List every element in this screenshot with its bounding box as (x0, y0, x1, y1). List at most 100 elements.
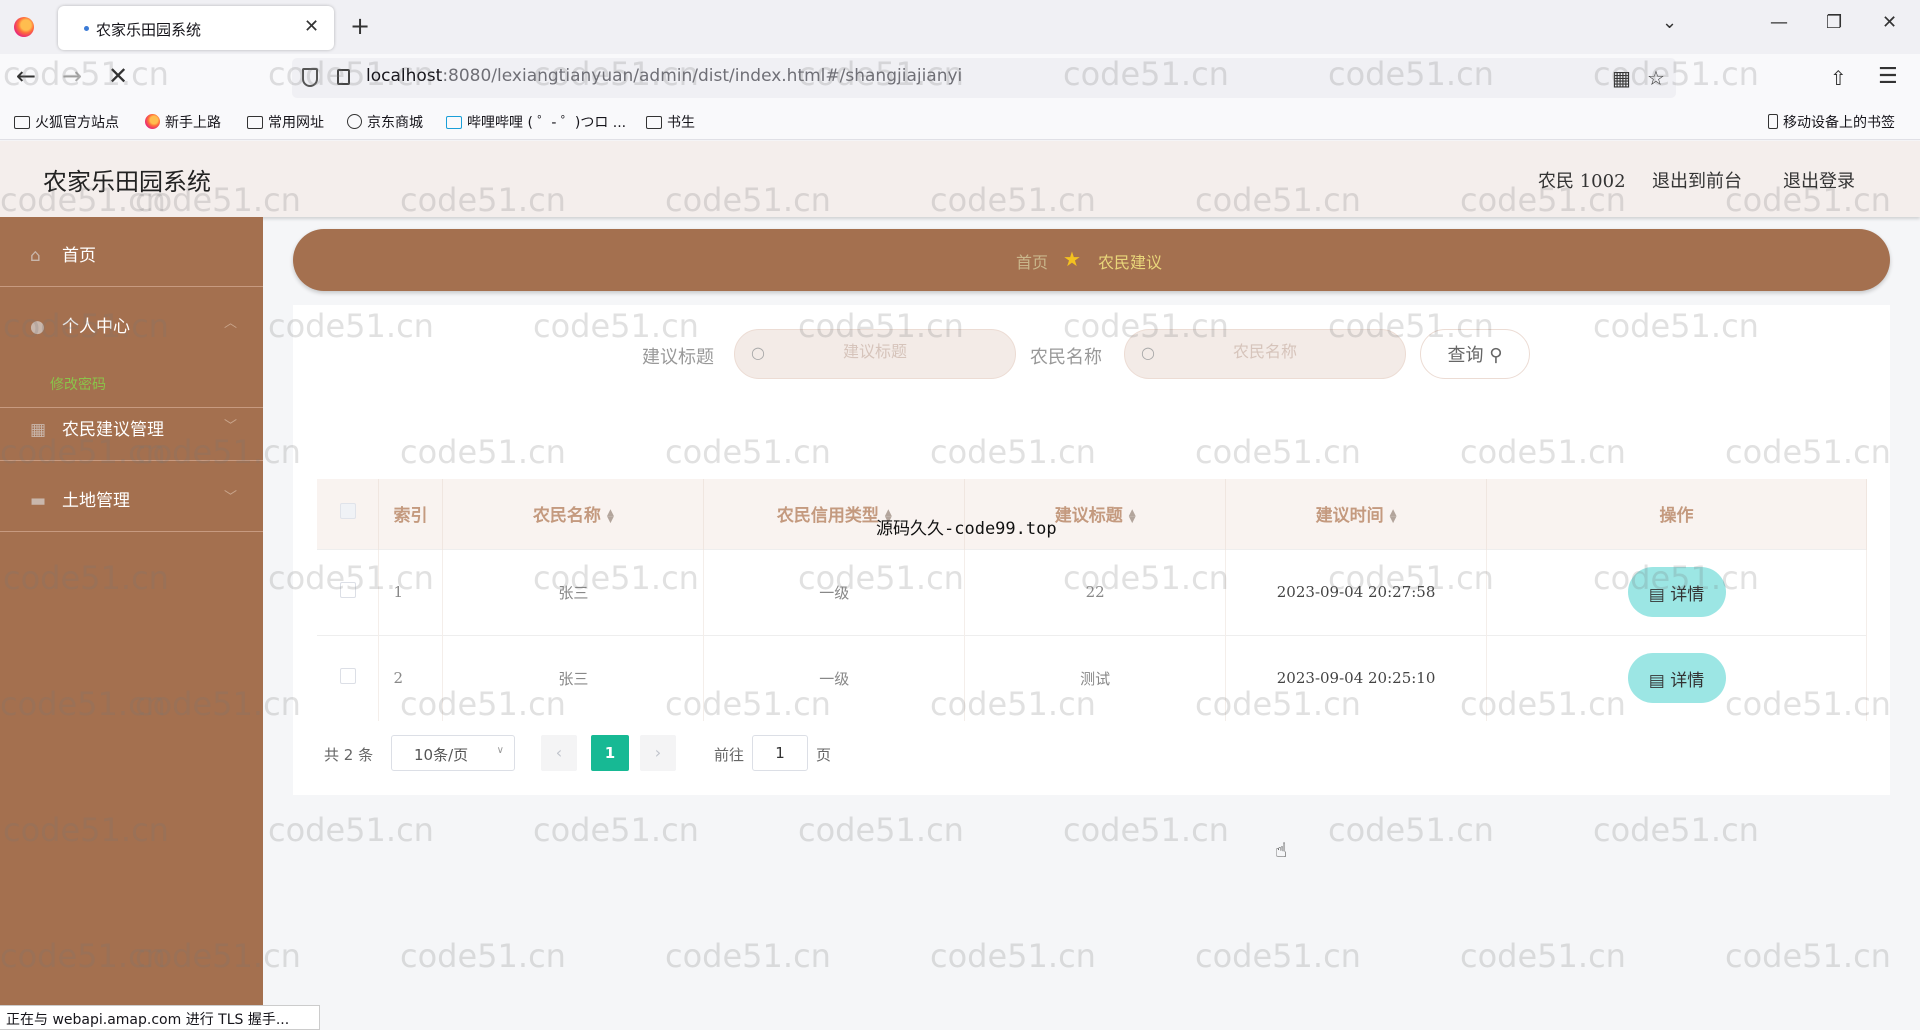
back-icon[interactable]: ← (16, 62, 36, 90)
grid-icon: ▦ (30, 420, 47, 440)
tab-close-icon[interactable]: ✕ (304, 16, 319, 37)
window-close-icon[interactable]: ✕ (1882, 12, 1897, 33)
suggestion-title-input[interactable] (775, 342, 975, 361)
select-all-checkbox[interactable] (339, 503, 356, 520)
watermark-text: code51.cn (798, 811, 964, 849)
firefox-icon (145, 114, 160, 129)
mobile-device-icon (1768, 114, 1778, 129)
sidebar-item-personal-center[interactable]: ● 个人中心 ︿ (0, 288, 263, 408)
sidebar-item-label: 土地管理 (62, 491, 130, 511)
watermark-text: code51.cn (1593, 811, 1759, 849)
tab-loading-dot-icon (84, 26, 89, 31)
url-text[interactable]: localhost:8080/lexiangtianyuan/admin/dis… (366, 66, 962, 86)
cell-index: 2 (378, 634, 444, 721)
bookmark-item[interactable]: 书生 (646, 112, 695, 132)
stop-loading-icon[interactable]: ✕ (108, 62, 128, 90)
chevron-down-icon: ﹀ (224, 490, 238, 505)
prev-page-button[interactable]: ‹ (541, 735, 577, 771)
watermark-text: code51.cn (1328, 811, 1494, 849)
query-button[interactable]: 查询 ⚲ (1420, 329, 1530, 379)
watermark-text: code51.cn (1725, 937, 1891, 975)
sidebar-item-suggestion-management[interactable]: ▦ 农民建议管理 ﹀ (0, 391, 263, 461)
overlay-watermark-text: 源码久久-code99.top (876, 519, 1057, 539)
sort-icon[interactable]: ▲ ▼ (1390, 508, 1397, 524)
chevron-down-icon: ∨ (496, 745, 504, 756)
content-panel: 建议标题 ○ 农民名称 ○ 查询 ⚲ 索引 农民名称▲▼ 农民信用类型▲▼ 建议… (293, 305, 1890, 795)
bilibili-icon (446, 116, 462, 129)
sidebar-item-label: 首页 (62, 246, 96, 266)
farmer-name-search: ○ (1124, 329, 1406, 379)
sidebar-item-label: 个人中心 (62, 317, 130, 337)
watermark-text: code51.cn (1195, 937, 1361, 975)
exit-to-front-link[interactable]: 退出到前台 (1652, 167, 1742, 193)
page-number-button[interactable]: 1 (591, 735, 629, 771)
suggestion-table: 索引 农民名称 ▲ ▼ 农民信用类型 ▲ ▼ 建议标题 ▲ ▼ 建议时间 ▲ ▼ 操作 1 张三… (317, 479, 1867, 721)
sidebar-item-home[interactable]: ⌂ 首页 (0, 217, 263, 287)
document-icon: ▤ (1648, 670, 1665, 691)
bookmark-item[interactable]: 常用网址 (247, 112, 324, 132)
row-checkbox[interactable] (339, 668, 356, 685)
page-size-value: 10条/页 (414, 746, 469, 764)
star-icon: ★ (1063, 247, 1081, 271)
breadcrumb-home[interactable]: 首页 (1016, 249, 1048, 273)
forward-icon[interactable]: → (62, 62, 82, 90)
search-icon: ○ (1141, 343, 1155, 362)
page-label: 页 (816, 746, 832, 764)
browser-nav-bar: ← → ✕ localhost:8080/lexiangtianyuan/adm… (0, 54, 1920, 104)
col-farmer-name[interactable]: 农民名称 ▲ ▼ (442, 479, 705, 549)
farmer-name-label: 农民名称 (1030, 347, 1102, 368)
table-header-row: 索引 农民名称 ▲ ▼ 农民信用类型 ▲ ▼ 建议标题 ▲ ▼ 建议时间 ▲ ▼ 操作 (317, 479, 1867, 549)
sort-icon[interactable]: ▲ ▼ (1129, 508, 1136, 524)
cell-credit-type: 一级 (703, 548, 966, 635)
row-select-cell (317, 634, 380, 721)
bookmark-item[interactable]: 京东商城 (347, 112, 423, 132)
current-user: 农民 1002 (1538, 171, 1626, 192)
bookmark-item[interactable]: 火狐官方站点 (14, 112, 119, 132)
sidebar-item-label: 农民建议管理 (62, 420, 164, 440)
cell-suggestion-time: 2023-09-04 20:25:10 (1225, 634, 1488, 721)
watermark-text: code51.cn (400, 937, 566, 975)
qr-code-icon[interactable]: ▦ (1612, 66, 1631, 90)
sidebar-item-land-management[interactable]: ▬ 土地管理 ﹀ (0, 462, 263, 532)
search-icon: ⚲ (1489, 345, 1503, 366)
home-icon: ⌂ (30, 246, 41, 266)
goto-label: 前往 (714, 746, 745, 764)
folder-icon (247, 116, 263, 129)
bookmark-item[interactable]: 新手上路 (145, 112, 221, 132)
page-info-icon[interactable] (337, 69, 350, 85)
search-icon: ○ (751, 343, 765, 362)
tracking-shield-icon[interactable] (302, 68, 318, 87)
restore-icon[interactable]: ❐ (1826, 12, 1842, 33)
logout-link[interactable]: 退出登录 (1783, 167, 1855, 193)
cell-suggestion-title: 22 (964, 548, 1227, 635)
page-size-select[interactable]: 10条/页 ∨ (391, 735, 515, 771)
watermark-text: code51.cn (1460, 937, 1626, 975)
extensions-icon[interactable]: ⇧ (1830, 66, 1847, 90)
bookmark-item[interactable]: 哔哩哔哩 ( ゜- ゜)つロ ... (446, 112, 626, 132)
minimize-icon[interactable]: — (1770, 12, 1788, 33)
url-bar[interactable]: localhost:8080/lexiangtianyuan/admin/dis… (292, 58, 1676, 98)
detail-button[interactable]: ▤ 详情 (1627, 567, 1726, 617)
folder-icon (14, 116, 30, 129)
select-all-cell (317, 479, 380, 549)
globe-icon (347, 114, 362, 129)
suggestion-title-search: ○ (734, 329, 1016, 379)
cell-farmer-name: 张三 (442, 548, 705, 635)
next-page-button[interactable]: › (640, 735, 676, 771)
status-bar: 正在与 webapi.amap.com 进行 TLS 握手... (0, 1005, 321, 1030)
detail-button[interactable]: ▤ 详情 (1627, 653, 1726, 704)
mobile-bookmarks[interactable]: 移动设备上的书签 (1768, 112, 1895, 132)
breadcrumb: 首页 ★ 农民建议 (293, 229, 1890, 291)
goto-page-input[interactable] (752, 735, 808, 771)
cell-index: 1 (378, 548, 444, 635)
sort-icon[interactable]: ▲ ▼ (607, 508, 614, 524)
col-suggestion-time[interactable]: 建议时间 ▲ ▼ (1225, 479, 1488, 549)
row-checkbox[interactable] (339, 582, 356, 598)
new-tab-icon[interactable]: + (350, 12, 370, 40)
browser-tab[interactable]: 农家乐田园系统 ✕ (58, 6, 334, 50)
table-row: 1 张三 一级 22 2023-09-04 20:27:58 ▤ 详情 (317, 548, 1867, 635)
menu-icon[interactable]: ☰ (1878, 64, 1898, 89)
bookmark-star-icon[interactable]: ☆ (1647, 66, 1665, 90)
tab-list-chevron-icon[interactable]: ⌄ (1662, 12, 1677, 33)
farmer-name-input[interactable] (1165, 342, 1365, 361)
